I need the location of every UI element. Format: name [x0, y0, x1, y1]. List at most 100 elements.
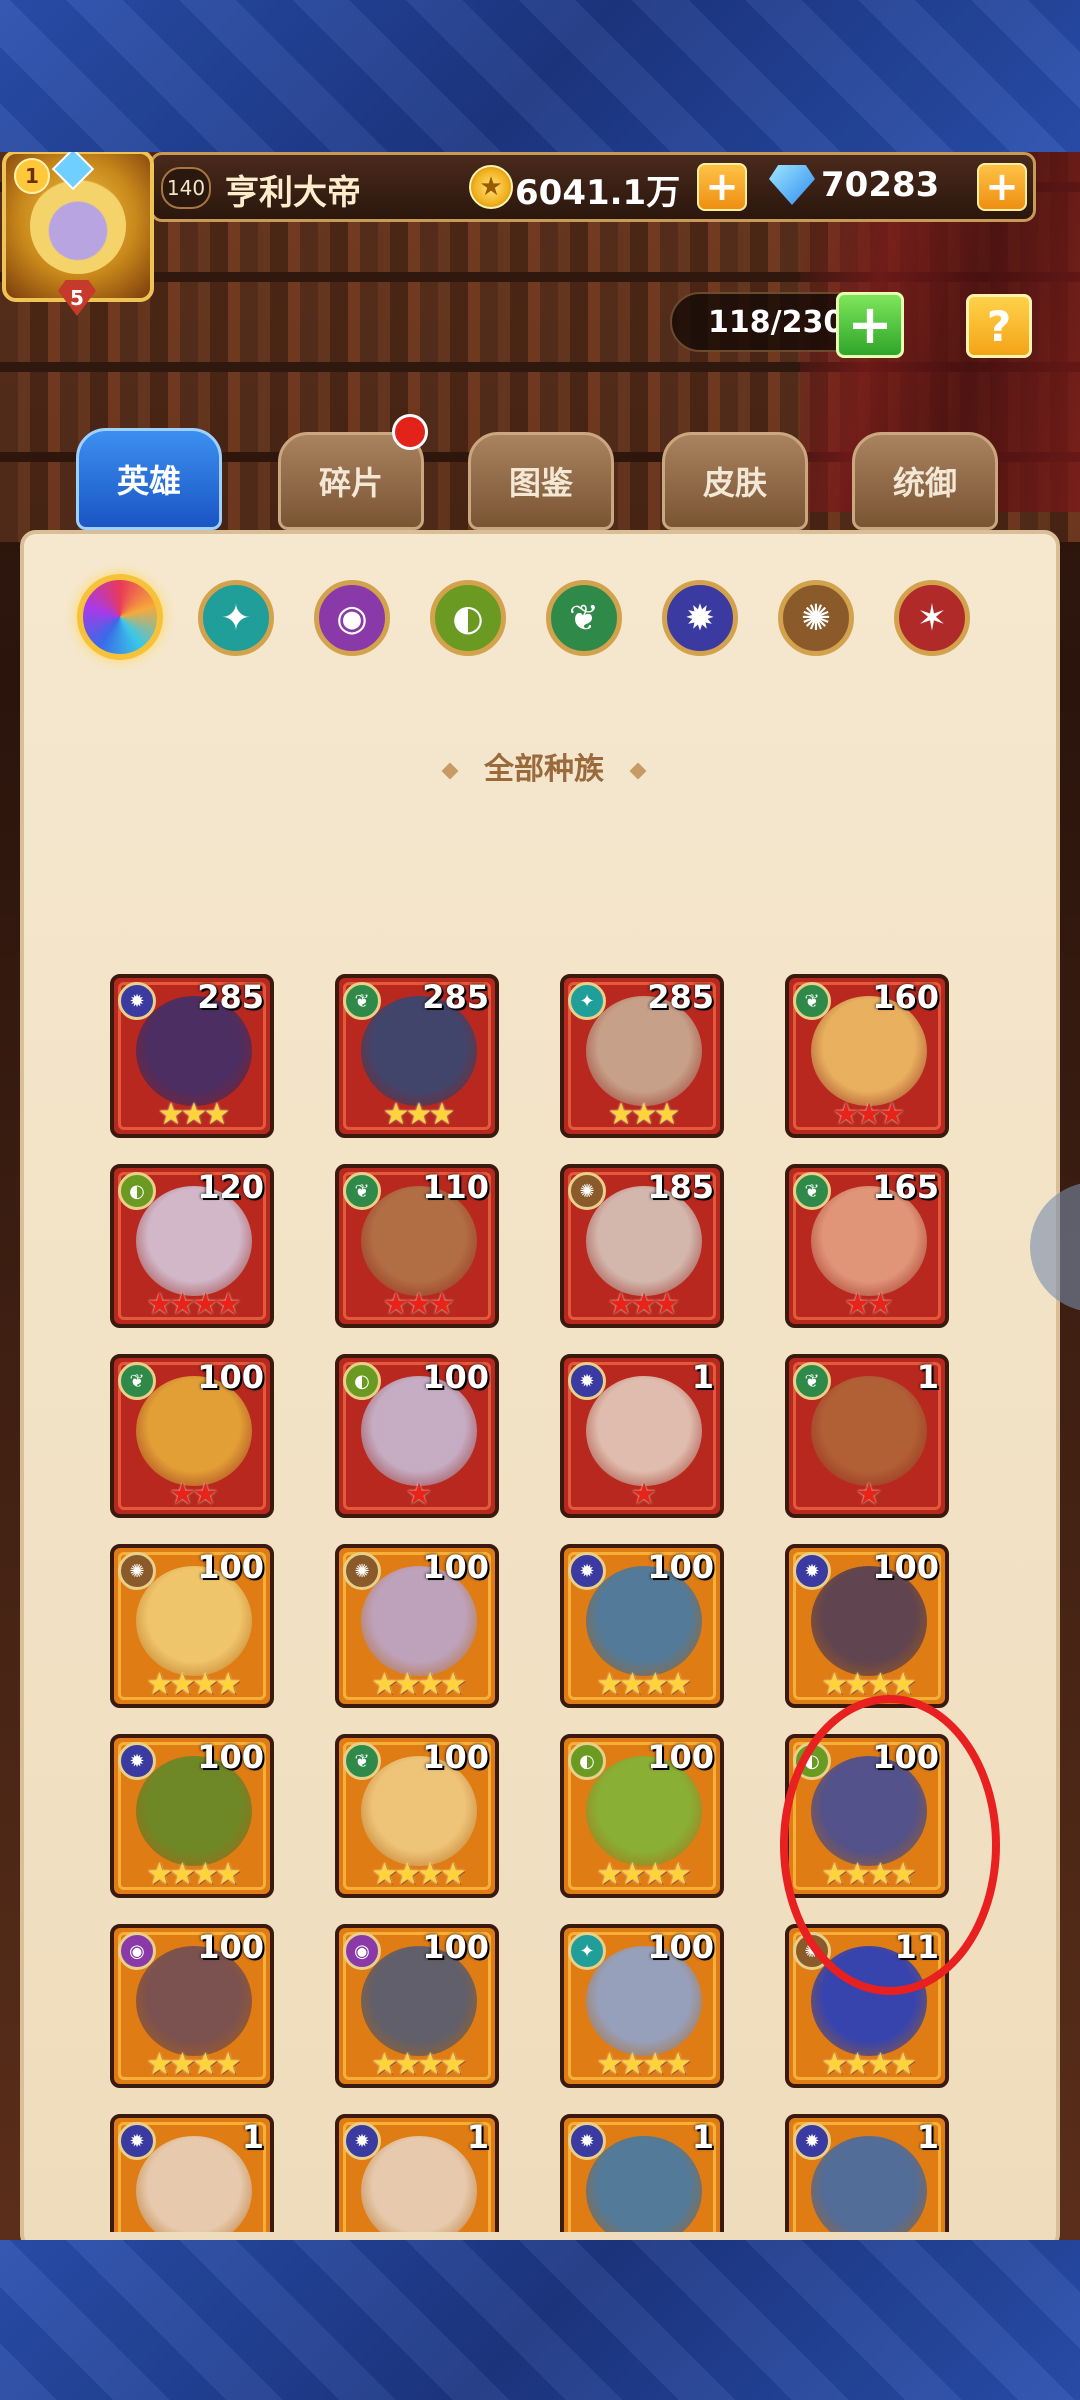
- hero-level: 11: [894, 1928, 939, 1966]
- star-rating: ★★★★: [821, 1667, 917, 1702]
- star-rating: ★★★★: [596, 1667, 692, 1702]
- hero-level: 100: [197, 1738, 264, 1776]
- hero-level: 100: [647, 1738, 714, 1776]
- star-rating: ★★★★: [821, 2047, 917, 2082]
- diamond-icon: [769, 165, 815, 205]
- hero-card[interactable]: ✺ 100 ★★★★: [335, 1544, 499, 1708]
- hero-level: 100: [422, 1928, 489, 1966]
- hero-card[interactable]: ✺ 11 ★★★★: [785, 1924, 949, 2088]
- expand-capacity-button[interactable]: +: [836, 292, 904, 358]
- star-rating: ★★★★: [371, 2047, 467, 2082]
- tab-label: 皮肤: [702, 464, 767, 502]
- star-rating: ★: [405, 1477, 433, 1512]
- tab-label: 英雄: [116, 462, 181, 500]
- hero-level: 165: [872, 1168, 939, 1206]
- hero-level: 100: [422, 1738, 489, 1776]
- shadow-faction-icon: ❦: [343, 1742, 381, 1780]
- hero-level: 1: [691, 1358, 714, 1396]
- hero-level: 285: [197, 978, 264, 1016]
- hero-level: 100: [422, 1358, 489, 1396]
- dark-faction-icon: ✹: [118, 1742, 156, 1780]
- hero-level: 100: [197, 1928, 264, 1966]
- game-screen: 140 亨利大帝 ★ 6041.1万 + 70283 + 1 5 118/230…: [0, 152, 1080, 2242]
- hero-card[interactable]: ✹ 1: [785, 2114, 949, 2232]
- hero-level: 1: [916, 1358, 939, 1396]
- add-gold-button[interactable]: +: [697, 163, 747, 211]
- hero-level: 1: [916, 2118, 939, 2156]
- dark-faction-icon: ✹: [793, 2122, 831, 2160]
- hero-level: 1: [466, 2118, 489, 2156]
- hero-level: 285: [647, 978, 714, 1016]
- shadow-faction-icon: ❦: [793, 982, 831, 1020]
- player-avatar[interactable]: 1: [2, 152, 154, 302]
- tab-0[interactable]: 英雄: [76, 428, 222, 530]
- notification-dot: [392, 414, 428, 450]
- star-rating: ★★★: [607, 1097, 681, 1132]
- hero-card[interactable]: ❦ 165 ★★: [785, 1164, 949, 1328]
- add-gems-button[interactable]: +: [977, 163, 1027, 211]
- tab-label: 统御: [892, 464, 957, 502]
- gem-amount: 70283: [821, 165, 940, 205]
- star-rating: ★★★★: [596, 2047, 692, 2082]
- tab-3[interactable]: 皮肤: [662, 432, 808, 530]
- hero-card[interactable]: ✹ 1: [560, 2114, 724, 2232]
- tab-label: 图鉴: [508, 464, 573, 502]
- tab-4[interactable]: 统御: [852, 432, 998, 530]
- star-rating: ★★: [169, 1477, 219, 1512]
- hero-card[interactable]: ❦ 100 ★★: [110, 1354, 274, 1518]
- hero-level: 185: [647, 1168, 714, 1206]
- hero-card[interactable]: ❦ 285 ★★★: [335, 974, 499, 1138]
- hero-card[interactable]: ✹ 1: [335, 2114, 499, 2232]
- light-faction-icon: ✺: [343, 1552, 381, 1590]
- shadow-faction-icon: ❦: [793, 1172, 831, 1210]
- hero-card[interactable]: ✦ 285 ★★★: [560, 974, 724, 1138]
- shadow-faction-icon: ❦: [793, 1362, 831, 1400]
- dark-faction-icon: ✹: [343, 2122, 381, 2160]
- hero-card[interactable]: ◐ 100 ★★★★: [560, 1734, 724, 1898]
- star-rating: ★★★: [382, 1287, 456, 1322]
- forest-faction-icon: ◐: [793, 1742, 831, 1780]
- abyss-faction-icon: ◉: [343, 1932, 381, 1970]
- light-faction-icon: ✺: [793, 1932, 831, 1970]
- hero-level: 100: [197, 1358, 264, 1396]
- star-rating: ★★★★: [146, 1667, 242, 1702]
- hero-card[interactable]: ✹ 100 ★★★★: [560, 1544, 724, 1708]
- hero-card[interactable]: ❦ 1 ★: [785, 1354, 949, 1518]
- hero-card[interactable]: ❦ 160 ★★★: [785, 974, 949, 1138]
- hero-card[interactable]: ✹ 100 ★★★★: [110, 1734, 274, 1898]
- tab-2[interactable]: 图鉴: [468, 432, 614, 530]
- help-button[interactable]: ?: [966, 294, 1032, 358]
- hero-card[interactable]: ✹ 285 ★★★: [110, 974, 274, 1138]
- hero-card[interactable]: ◉ 100 ★★★★: [110, 1924, 274, 2088]
- hero-card[interactable]: ◉ 100 ★★★★: [335, 1924, 499, 2088]
- hero-card[interactable]: ✹ 100 ★★★★: [785, 1544, 949, 1708]
- hero-card[interactable]: ✺ 100 ★★★★: [110, 1544, 274, 1708]
- hero-level: 100: [872, 1548, 939, 1586]
- hero-card[interactable]: ◐ 100 ★★★★: [785, 1734, 949, 1898]
- dark-faction-icon: ✹: [568, 1362, 606, 1400]
- avatar-portrait: [30, 178, 126, 274]
- hero-card[interactable]: ✹ 1 ★: [560, 1354, 724, 1518]
- hero-card[interactable]: ◐ 100 ★: [335, 1354, 499, 1518]
- resource-bar: 140 亨利大帝 ★ 6041.1万 + 70283 +: [150, 152, 1036, 222]
- star-rating: ★★★★: [596, 1857, 692, 1892]
- gold-amount: 6041.1万: [515, 173, 681, 213]
- fortress-faction-icon: ✦: [568, 982, 606, 1020]
- hero-level: 100: [647, 1928, 714, 1966]
- hero-level: 1: [691, 2118, 714, 2156]
- hero-level: 100: [197, 1548, 264, 1586]
- hero-card[interactable]: ✹ 1: [110, 2114, 274, 2232]
- hero-card[interactable]: ❦ 110 ★★★: [335, 1164, 499, 1328]
- hero-card[interactable]: ✺ 185 ★★★: [560, 1164, 724, 1328]
- hero-card[interactable]: ❦ 100 ★★★★: [335, 1734, 499, 1898]
- star-rating: ★★★: [382, 1097, 456, 1132]
- hero-card[interactable]: ◐ 120 ★★★★: [110, 1164, 274, 1328]
- forest-faction-icon: ◐: [343, 1362, 381, 1400]
- light-faction-icon: ✺: [568, 1172, 606, 1210]
- hero-level: 100: [872, 1738, 939, 1776]
- hero-card[interactable]: ✦ 100 ★★★★: [560, 1924, 724, 2088]
- forest-faction-icon: ◐: [118, 1172, 156, 1210]
- hero-list-page: ✦ ◉ ◐ ❦ ✹ ✺ ✶ 全部种族 ✹ 285 ★★★ ❦ 285 ★★★ ✦ 285 ★★★ ❦ 160 ★★…: [20, 530, 1060, 2242]
- gold-coin-icon: ★: [469, 165, 513, 209]
- hero-level: 160: [872, 978, 939, 1016]
